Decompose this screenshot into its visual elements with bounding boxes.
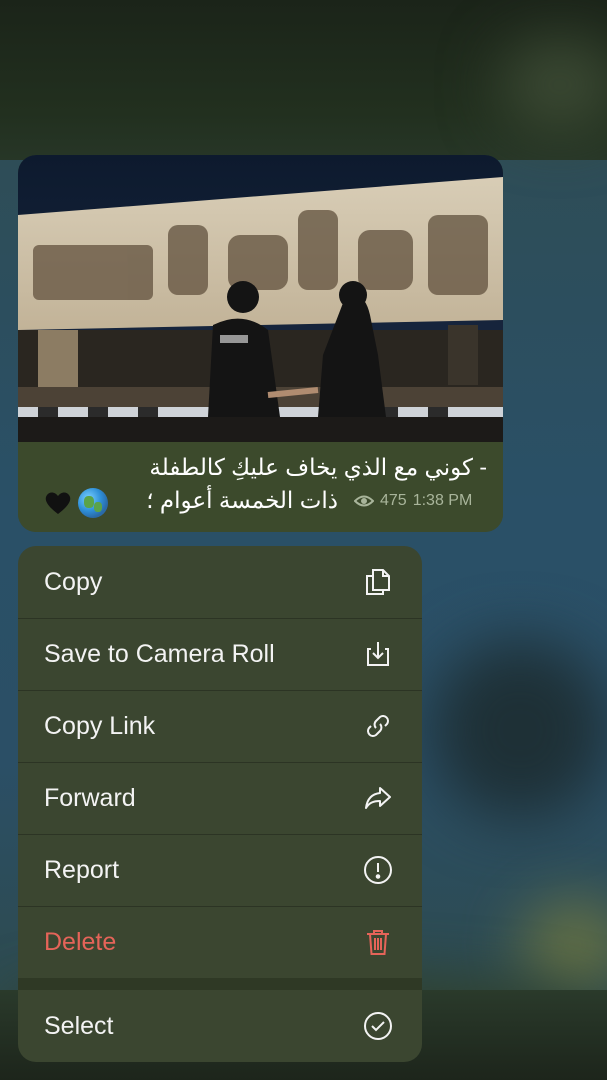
save-icon [367, 642, 389, 666]
globe-emoji-icon [78, 488, 108, 518]
copy-label: Copy [44, 567, 103, 596]
copy-button[interactable]: Copy [18, 546, 422, 619]
message-time: 1:38 PM [412, 492, 473, 509]
message-bubble[interactable]: - كوني مع الذي يخاف عليكِ كالطفلة ذات ال… [18, 155, 503, 532]
copy-icon [366, 569, 390, 595]
forward-icon [365, 787, 391, 809]
menu-separator [18, 978, 422, 990]
message-caption: - كوني مع الذي يخاف عليكِ كالطفلة ذات ال… [18, 442, 503, 532]
save-to-camera-roll-button[interactable]: Save to Camera Roll [18, 618, 422, 691]
link-icon [367, 715, 389, 737]
context-menu: Copy Save to Camera Roll Copy Link Forwa… [18, 546, 422, 1062]
caption-line-1: - كوني مع الذي يخاف عليكِ كالطفلة [149, 454, 487, 480]
trash-icon [367, 930, 389, 955]
forward-label: Forward [44, 783, 136, 812]
save-label: Save to Camera Roll [44, 639, 275, 668]
select-label: Select [44, 1011, 114, 1040]
copy-link-button[interactable]: Copy Link [18, 690, 422, 763]
report-label: Report [44, 855, 120, 884]
copy-link-label: Copy Link [44, 711, 156, 740]
report-button[interactable]: Report [18, 834, 422, 907]
delete-label: Delete [44, 927, 117, 956]
forward-button[interactable]: Forward [18, 762, 422, 835]
message-photo[interactable] [18, 155, 503, 442]
delete-button[interactable]: Delete [18, 906, 422, 979]
report-icon [364, 856, 392, 884]
eye-icon [354, 495, 374, 507]
caption-line-2: ذات الخمسة أعوام ؛ [146, 487, 338, 513]
view-count: 475 [380, 492, 407, 509]
message-meta: 475 1:38 PM [354, 492, 472, 510]
check-circle-icon [364, 1012, 392, 1040]
black-heart-emoji-icon [45, 492, 71, 514]
select-button[interactable]: Select [18, 990, 422, 1062]
